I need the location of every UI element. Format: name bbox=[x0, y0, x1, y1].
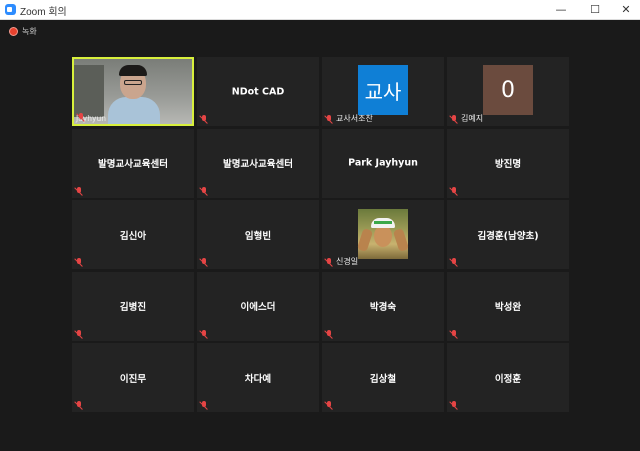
participant-display-name: 방진명 bbox=[494, 159, 522, 170]
zoom-app-icon bbox=[5, 4, 16, 15]
gallery-grid: Jayhyun NDot CAD 교사 교사서조찬 0 김예지 발명교사교육센터 발명교사교육… bbox=[72, 57, 569, 412]
participant-tile[interactable]: Park Jayhyun bbox=[322, 128, 444, 198]
participant-tile[interactable]: 김상철 bbox=[322, 343, 444, 412]
muted-mic-icon bbox=[76, 113, 85, 122]
participant-display-name: 김경훈(남양초) bbox=[477, 230, 539, 242]
participant-display-name: 김신아 bbox=[119, 230, 147, 242]
muted-mic-icon bbox=[199, 186, 208, 196]
muted-mic-icon bbox=[449, 186, 458, 196]
participant-display-name: 임형빈 bbox=[244, 230, 272, 242]
participant-tile[interactable]: 신경일 bbox=[322, 200, 444, 269]
participant-tile[interactable]: 발명교사교육센터 bbox=[197, 128, 319, 198]
participant-name-label: 신경일 bbox=[336, 257, 359, 266]
participant-tile[interactable]: 0 김예지 bbox=[447, 57, 569, 126]
photo-cap-band bbox=[374, 221, 392, 224]
window-title-bar: Zoom 회의 — ☐ ✕ bbox=[0, 0, 640, 20]
photo-arm-right bbox=[392, 227, 410, 253]
muted-mic-icon bbox=[324, 115, 333, 124]
participant-tile[interactable]: NDot CAD bbox=[197, 57, 319, 126]
minimize-button[interactable]: — bbox=[545, 0, 577, 19]
maximize-button[interactable]: ☐ bbox=[579, 0, 611, 19]
participant-tile[interactable]: 교사 교사서조찬 bbox=[322, 57, 444, 126]
participant-display-name: 김상철 bbox=[369, 373, 397, 385]
recording-dot-icon bbox=[9, 27, 18, 36]
participant-tile[interactable]: 이진무 bbox=[72, 343, 194, 412]
participant-tile[interactable]: 김경훈(남양초) bbox=[447, 200, 569, 269]
muted-mic-icon bbox=[74, 186, 83, 196]
participant-avatar: 교사 bbox=[358, 65, 408, 115]
participant-name-label: 교사서조찬 bbox=[336, 114, 373, 123]
muted-mic-icon bbox=[324, 258, 333, 267]
participant-display-name: 김병진 bbox=[119, 302, 147, 313]
muted-mic-icon bbox=[74, 258, 83, 267]
photo-arm-left bbox=[356, 227, 374, 253]
participant-tile[interactable]: 발명교사교육센터 bbox=[72, 128, 194, 198]
participant-display-name: Park Jayhyun bbox=[348, 157, 418, 169]
muted-mic-icon bbox=[74, 401, 83, 410]
participant-display-name: NDot CAD bbox=[231, 86, 285, 97]
participant-tile[interactable]: 김신아 bbox=[72, 200, 194, 269]
participant-name-label: 김예지 bbox=[461, 114, 484, 123]
muted-mic-icon bbox=[324, 329, 333, 339]
participant-tile[interactable]: 임형빈 bbox=[197, 200, 319, 269]
video-person-glasses bbox=[124, 80, 142, 85]
muted-mic-icon bbox=[449, 329, 458, 339]
participant-profile-photo bbox=[356, 209, 410, 259]
muted-mic-icon bbox=[74, 329, 83, 339]
participant-display-name: 이진무 bbox=[119, 373, 147, 385]
participant-display-name: 발명교사교육센터 bbox=[223, 159, 293, 170]
muted-mic-icon bbox=[449, 115, 458, 124]
muted-mic-icon bbox=[449, 401, 458, 410]
muted-mic-icon bbox=[199, 115, 208, 124]
muted-mic-icon bbox=[449, 258, 458, 267]
muted-mic-icon bbox=[324, 401, 333, 410]
participant-tile[interactable]: 박경숙 bbox=[322, 271, 444, 341]
participant-display-name: 박경숙 bbox=[369, 302, 397, 313]
video-person-shirt bbox=[108, 97, 160, 124]
participant-display-name: 박성완 bbox=[494, 302, 522, 313]
close-button[interactable]: ✕ bbox=[610, 0, 640, 19]
participant-display-name: 이정훈 bbox=[494, 373, 522, 385]
video-background-shelf bbox=[74, 65, 104, 117]
participant-display-name: 발명교사교육센터 bbox=[98, 159, 168, 170]
recording-label: 녹화 bbox=[22, 27, 37, 36]
participant-tile[interactable]: 이에스더 bbox=[197, 271, 319, 341]
window-title: Zoom 회의 bbox=[20, 7, 67, 18]
muted-mic-icon bbox=[199, 329, 208, 339]
participant-display-name: 차다예 bbox=[244, 373, 272, 385]
participant-avatar: 0 bbox=[483, 65, 533, 115]
participant-tile[interactable]: 차다예 bbox=[197, 343, 319, 412]
video-person-hair bbox=[119, 65, 147, 76]
participant-tile[interactable]: Jayhyun bbox=[72, 57, 194, 126]
participant-tile[interactable]: 박성완 bbox=[447, 271, 569, 341]
participant-tile[interactable]: 김병진 bbox=[72, 271, 194, 341]
muted-mic-icon bbox=[199, 258, 208, 267]
participant-tile[interactable]: 방진명 bbox=[447, 128, 569, 198]
photo-face bbox=[374, 225, 392, 247]
participant-tile[interactable]: 이정훈 bbox=[447, 343, 569, 412]
participant-display-name: 이에스더 bbox=[240, 302, 276, 313]
muted-mic-icon bbox=[199, 401, 208, 410]
